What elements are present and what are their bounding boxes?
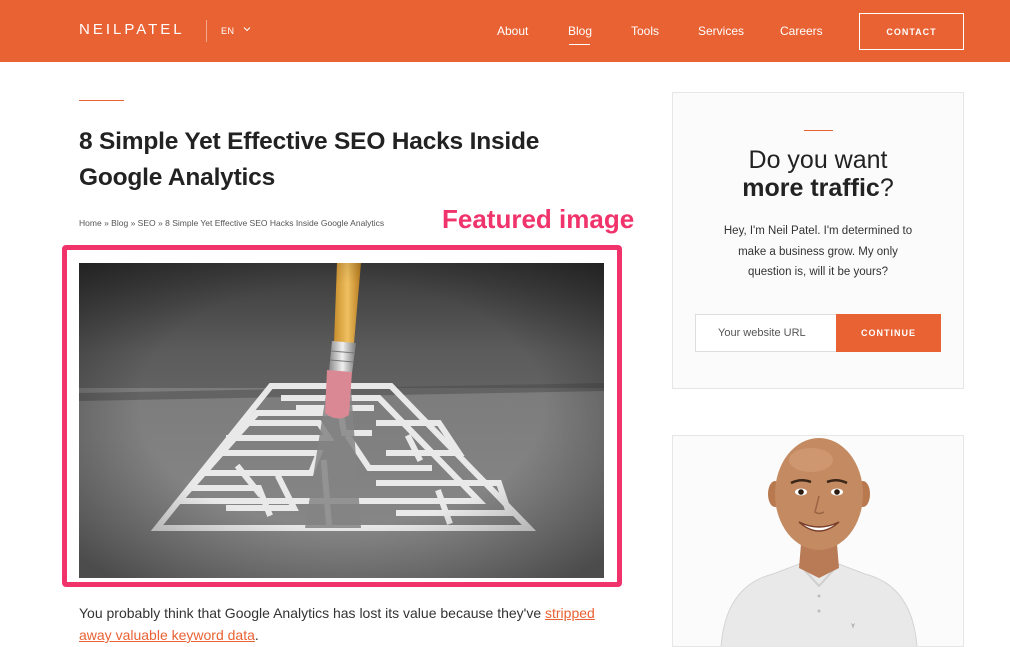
chevron-down-icon[interactable] <box>243 25 251 33</box>
contact-button[interactable]: CONTACT <box>859 13 964 50</box>
breadcrumb-separator: » <box>104 218 109 228</box>
nav-about[interactable]: About <box>497 24 528 38</box>
maze-pencil-illustration <box>79 263 604 578</box>
featured-image-annotation: Featured image <box>442 204 635 234</box>
author-photo-card: Y <box>672 435 964 647</box>
breadcrumb-separator: » <box>158 218 163 228</box>
breadcrumb-seo[interactable]: SEO <box>138 218 156 228</box>
nav-active-indicator <box>569 44 590 45</box>
cta-heading-line2: more traffic? <box>672 174 964 203</box>
article-intro: You probably think that Google Analytics… <box>79 602 609 646</box>
article-title: 8 Simple Yet Effective SEO Hacks Inside … <box>79 128 540 191</box>
title-accent-line <box>79 100 124 101</box>
cta-heading-end: ? <box>879 174 894 202</box>
site-logo[interactable]: NEILPATEL <box>79 21 185 38</box>
cta-heading-line1: Do you want <box>748 146 888 174</box>
author-photo: Y <box>720 438 918 646</box>
breadcrumb-current: 8 Simple Yet Effective SEO Hacks Inside … <box>165 218 385 228</box>
cta-body-text: Hey, I'm Neil Patel. I'm determined to m… <box>723 225 913 278</box>
intro-end: . <box>254 627 259 643</box>
breadcrumb: Home » Blog » SEO » 8 Simple Yet Effecti… <box>79 218 384 228</box>
breadcrumb-separator: » <box>130 218 136 228</box>
nav-services[interactable]: Services <box>698 24 744 38</box>
cta-accent-line <box>804 130 833 131</box>
intro-text: You probably think that Google Analytics… <box>79 605 545 621</box>
breadcrumb-blog[interactable]: Blog <box>111 218 128 228</box>
featured-image <box>79 263 604 578</box>
breadcrumb-home[interactable]: Home <box>79 218 102 228</box>
language-selector[interactable]: EN <box>221 26 235 36</box>
svg-text:Y: Y <box>851 624 855 630</box>
nav-careers[interactable]: Careers <box>780 24 823 38</box>
top-header: NEILPATEL EN About Blog Tools Services C… <box>0 0 1010 62</box>
continue-button[interactable]: CONTINUE <box>836 314 941 352</box>
cta-heading-bold: more traffic <box>742 174 880 202</box>
website-url-input[interactable] <box>695 314 837 352</box>
nav-blog[interactable]: Blog <box>568 24 592 38</box>
nav-tools[interactable]: Tools <box>631 24 659 38</box>
logo-divider <box>206 20 207 42</box>
